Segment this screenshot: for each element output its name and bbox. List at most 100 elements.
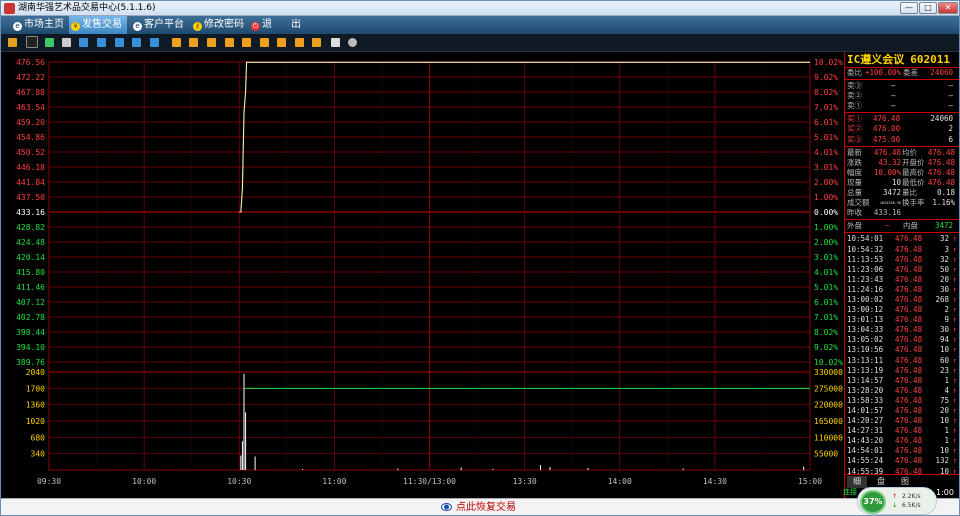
nav-issue-trade[interactable]: ¥ 发售交易 <box>69 16 127 34</box>
quote-panel: IC遵义会议 602011 委比 +100.00% 委差 24060 卖③ — —… <box>844 52 959 504</box>
close-button[interactable]: ✕ <box>938 2 958 14</box>
nav-logout[interactable]: ⏻ 退 <box>249 16 279 34</box>
nav-exit[interactable]: 出 <box>289 16 309 34</box>
upload-arrow-icon: ↑ <box>892 493 898 500</box>
tick-row: 10:54:32 476.48 3 ↑ <box>847 244 957 254</box>
tick-row: 11:24:16 476.48 30 ↑ <box>847 284 957 294</box>
tool-7-icon[interactable] <box>189 38 198 47</box>
time-axis-label: 09:30 <box>37 477 61 486</box>
tool-14-icon[interactable] <box>312 38 321 47</box>
minimize-button[interactable]: — <box>900 2 918 14</box>
maximize-button[interactable]: □ <box>919 2 937 14</box>
tool-3-icon[interactable] <box>115 38 124 47</box>
percent-axis-label: 1.00% <box>814 223 838 232</box>
price-axis-label: 437.50 <box>16 193 45 202</box>
up-arrow-icon: ↑ <box>952 234 957 244</box>
download-speed: 6.5K/s <box>902 502 921 509</box>
percent-axis-label: 9.02% <box>814 73 838 82</box>
connection-status: 连接 <box>843 488 857 496</box>
stock-header: IC遵义会议 602011 <box>845 52 959 68</box>
tool-2-icon[interactable] <box>97 38 106 47</box>
percent-axis-label: 3.01% <box>814 163 838 172</box>
bid-list: 买① 476.48 24060 买② 476.00 2 买③ 475.00 6 <box>845 114 959 144</box>
panel-tabs: 细 盘 图 <box>845 474 959 488</box>
home-icon: e <box>13 22 22 31</box>
tick-row: 11:23:43 476.48 20 ↑ <box>847 274 957 284</box>
bid-row: 买③ 475.00 6 <box>847 134 953 144</box>
network-percent: 37% <box>860 490 886 514</box>
bid-row: 买① 476.48 24060 <box>847 114 953 124</box>
ask-row: 卖① — — <box>847 101 953 111</box>
percent-axis-label: 4.01% <box>814 268 838 277</box>
price-axis-label: 398.44 <box>16 328 45 337</box>
intraday-chart[interactable]: 476.56 10.02% 472.22 9.02% 467.88 8.02% 463.54… <box>1 52 844 487</box>
price-axis-label: 424.48 <box>16 238 45 247</box>
up-arrow-icon: ↑ <box>952 355 957 365</box>
up-arrow-icon: ↑ <box>952 254 957 264</box>
tool-6-icon[interactable] <box>172 38 181 47</box>
up-arrow-icon: ↑ <box>952 426 957 436</box>
stat-row: 涨跌 43.32 开盘价 476.48 <box>847 157 955 167</box>
tool-10-icon[interactable] <box>242 38 251 47</box>
up-arrow-icon: ↑ <box>952 456 957 466</box>
percent-axis-label: 5.01% <box>814 283 838 292</box>
tick-row: 13:13:19 476.48 23 ↑ <box>847 365 957 375</box>
resume-trading-link[interactable]: 点此恢复交易 <box>441 501 516 514</box>
calendar-icon[interactable] <box>62 38 71 47</box>
settings-icon[interactable] <box>348 38 357 47</box>
tool-12-icon[interactable] <box>277 38 286 47</box>
up-arrow-icon: ↑ <box>952 345 957 355</box>
stat-row: 现量 10 最低价 476.48 <box>847 177 955 187</box>
tick-row: 13:05:02 476.48 94 ↑ <box>847 335 957 345</box>
price-axis-label: 420.14 <box>16 253 45 262</box>
time-axis-label: 10:30 <box>227 477 251 486</box>
up-arrow-icon: ↑ <box>952 335 957 345</box>
tick-row: 14:01:57 476.48 20 ↑ <box>847 406 957 415</box>
network-widget[interactable]: 37% ↑ ↓ 2.2K/s 6.5K/s <box>857 487 937 515</box>
percent-axis-label: 8.02% <box>814 328 838 337</box>
tick-row: 14:54:01 476.48 10 ↑ <box>847 446 957 456</box>
status-bar: 点此恢复交易 <box>1 498 959 515</box>
up-arrow-icon: ↑ <box>952 406 957 415</box>
line-chart-icon[interactable] <box>26 36 38 48</box>
price-axis-label: 411.46 <box>16 283 45 292</box>
stat-row: 昨收 433.16 <box>847 208 901 218</box>
candle-icon[interactable] <box>45 38 54 47</box>
stat-row: 总量 3472 量比 0.18 <box>847 188 955 198</box>
tick-row: 11:13:53 476.48 32 ↑ <box>847 254 957 264</box>
up-arrow-icon: ↑ <box>952 244 957 254</box>
up-arrow-icon: ↑ <box>952 315 957 325</box>
percent-axis-label: 7.01% <box>814 103 838 112</box>
price-axis-label: 415.80 <box>16 268 45 277</box>
tick-row: 13:10:56 476.48 10 ↑ <box>847 345 957 355</box>
price-axis-label: 433.16 <box>16 208 45 217</box>
amount-axis-label: 165000 <box>814 417 843 426</box>
tool-5-icon[interactable] <box>150 38 159 47</box>
up-arrow-icon: ↑ <box>952 395 957 405</box>
price-axis-label: 463.54 <box>16 103 45 112</box>
tool-8-icon[interactable] <box>207 38 216 47</box>
volume-axis-label: 2040 <box>26 368 45 377</box>
tool-1-icon[interactable] <box>79 38 88 47</box>
tool-9-icon[interactable] <box>225 38 234 47</box>
bar-chart-icon[interactable] <box>8 38 17 47</box>
up-arrow-icon: ↑ <box>952 446 957 456</box>
percent-axis-label: 5.01% <box>814 133 838 142</box>
ask-row: 卖② — — <box>847 91 953 101</box>
nav-market-home[interactable]: e 市场主页 <box>11 16 67 34</box>
tool-4-icon[interactable] <box>132 38 141 47</box>
volume-axis-label: 680 <box>31 433 46 442</box>
tool-15-icon[interactable] <box>331 38 340 47</box>
stat-row: 成交额 1654338.56 换手率 1.16% <box>847 198 955 208</box>
nav-client-platform[interactable]: e 客户平台 <box>131 16 189 34</box>
percent-axis-label: 0.00% <box>814 208 838 217</box>
percent-axis-label: 2.00% <box>814 178 838 187</box>
time-axis-label: 10:00 <box>132 477 156 486</box>
volume-axis-label: 340 <box>31 450 46 459</box>
tick-row: 14:27:31 476.48 1 ↑ <box>847 426 957 436</box>
tool-11-icon[interactable] <box>260 38 269 47</box>
nav-change-password[interactable]: ⚷ 修改密码 <box>191 16 247 34</box>
percent-axis-label: 6.01% <box>814 298 838 307</box>
tool-13-icon[interactable] <box>295 38 304 47</box>
up-arrow-icon: ↑ <box>952 436 957 446</box>
